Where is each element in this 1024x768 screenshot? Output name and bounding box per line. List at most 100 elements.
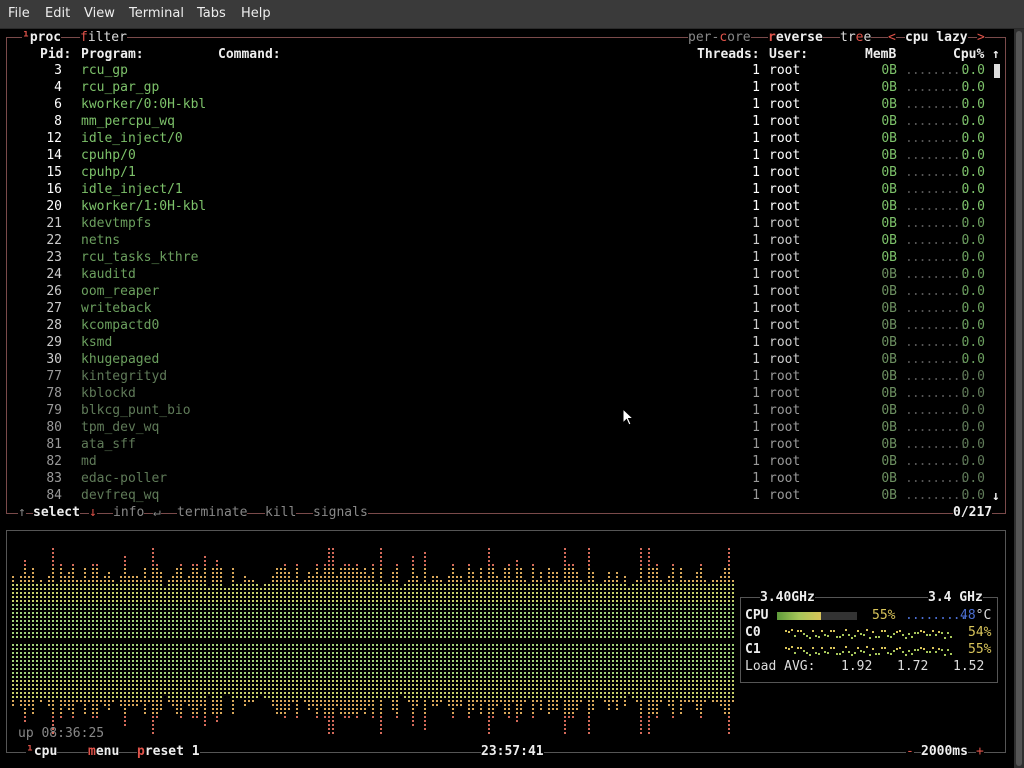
pid-cell: 16	[46, 182, 62, 197]
interval-plus-button[interactable]: +	[976, 743, 984, 760]
preset-button[interactable]: preset 1	[137, 743, 200, 760]
mem-cell: 0B	[881, 199, 897, 214]
program-cell: kworker/0:0H-kbl	[81, 97, 207, 112]
process-row[interactable]: 20 kworker/1:0H-kbl 1 root 0B......... 0.0	[12, 199, 1002, 216]
cpu-cell: 0.0	[961, 97, 985, 112]
user-cell: root	[769, 335, 801, 350]
col-mem[interactable]: MemB	[865, 46, 896, 63]
program-cell: idle_inject/0	[81, 131, 183, 146]
process-row[interactable]: 82 md 1 root 0B......... 0.0	[12, 454, 1002, 471]
cpu-cell: 0.0	[961, 216, 985, 231]
process-row[interactable]: 14 cpuhp/0 1 root 0B......... 0.0	[12, 148, 1002, 165]
enter-icon: ↵	[153, 504, 161, 521]
menu-button[interactable]: menu	[88, 743, 120, 760]
process-row[interactable]: 27 writeback 1 root 0B......... 0.0	[12, 301, 1002, 318]
process-row[interactable]: 21 kdevtmpfs 1 root 0B......... 0.0	[12, 216, 1002, 233]
signals-button[interactable]: signals	[313, 504, 368, 521]
menu-tabs[interactable]: Tabs	[197, 6, 226, 21]
threads-cell: 1	[752, 369, 760, 384]
process-row[interactable]: 79 blkcg_punt_bio 1 root 0B......... 0.0	[12, 403, 1002, 420]
col-program[interactable]: Program:	[81, 46, 144, 63]
col-pid[interactable]: Pid:	[40, 46, 71, 63]
process-row[interactable]: 24 kauditd 1 root 0B......... 0.0	[12, 267, 1002, 284]
process-row[interactable]: 28 kcompactd0 1 root 0B......... 0.0	[12, 318, 1002, 335]
sort-prev-button[interactable]: <	[888, 29, 896, 46]
terminal-scrollbar[interactable]	[1014, 29, 1024, 768]
process-row[interactable]: 12 idle_inject/0 1 root 0B......... 0.0	[12, 131, 1002, 148]
user-cell: root	[769, 97, 801, 112]
process-row[interactable]: 29 ksmd 1 root 0B......... 0.0	[12, 335, 1002, 352]
scroll-up-arrow[interactable]: ↑	[992, 46, 1000, 63]
program-cell: oom_reaper	[81, 284, 160, 299]
interval-minus-button[interactable]: -	[906, 743, 914, 760]
select-down-arrow[interactable]: ↓	[89, 504, 97, 521]
mem-cell: 0B	[881, 216, 897, 231]
cpu-cell: 0.0	[961, 165, 985, 180]
process-row[interactable]: 22 netns 1 root 0B......... 0.0	[12, 233, 1002, 250]
process-row[interactable]: 30 khugepaged 1 root 0B......... 0.0	[12, 352, 1002, 369]
process-row[interactable]: 26 oom_reaper 1 root 0B......... 0.0	[12, 284, 1002, 301]
col-command[interactable]: Command:	[218, 46, 281, 63]
program-cell: ksmd	[81, 335, 113, 350]
threads-cell: 1	[752, 318, 760, 333]
kill-button[interactable]: kill	[265, 504, 297, 521]
pid-cell: 14	[46, 148, 62, 163]
user-cell: root	[769, 148, 801, 163]
process-row[interactable]: 80 tpm_dev_wq 1 root 0B......... 0.0	[12, 420, 1002, 437]
scrollbar-thumb[interactable]	[1016, 31, 1022, 766]
col-user[interactable]: User:	[769, 46, 808, 63]
core1-percent: 55%	[968, 642, 992, 657]
process-row[interactable]: 4 rcu_par_gp 1 root 0B......... 0.0	[12, 80, 1002, 97]
process-row[interactable]: 16 idle_inject/1 1 root 0B......... 0.0	[12, 182, 1002, 199]
mem-cell: 0B	[881, 267, 897, 282]
mem-cell: 0B	[881, 454, 897, 469]
process-row[interactable]: 23 rcu_tasks_kthre 1 root 0B......... 0.0	[12, 250, 1002, 267]
process-row[interactable]: 3 rcu_gp 1 root 0B......... 0.0	[12, 63, 1002, 80]
process-row[interactable]: 81 ata_sff 1 root 0B......... 0.0	[12, 437, 1002, 454]
menu-view[interactable]: View	[84, 6, 115, 21]
mouse-cursor-icon	[622, 408, 634, 426]
info-button[interactable]: info	[113, 504, 145, 521]
mem-cell: 0B	[881, 488, 897, 503]
process-row[interactable]: 6 kworker/0:0H-kbl 1 root 0B......... 0.0	[12, 97, 1002, 114]
threads-cell: 1	[752, 403, 760, 418]
reverse-toggle[interactable]: reverse	[768, 29, 823, 46]
col-cpu[interactable]: Cpu%	[953, 46, 984, 63]
cpu-panel-title: ¹cpu	[26, 743, 58, 760]
process-row[interactable]: 8 mm_percpu_wq 1 root 0B......... 0.0	[12, 114, 1002, 131]
cpu-graph	[12, 540, 738, 740]
col-threads[interactable]: Threads:	[697, 46, 760, 63]
process-row[interactable]: 77 kintegrityd 1 root 0B......... 0.0	[12, 369, 1002, 386]
process-row[interactable]: 78 kblockd 1 root 0B......... 0.0	[12, 386, 1002, 403]
program-cell: blkcg_punt_bio	[81, 403, 191, 418]
cpu-cell: 0.0	[961, 318, 985, 333]
cpu-cell: 0.0	[961, 488, 985, 503]
user-cell: root	[769, 420, 801, 435]
core1-graph	[785, 644, 955, 656]
select-button[interactable]: select	[33, 504, 80, 521]
per-core-toggle[interactable]: per-core	[688, 29, 751, 46]
tree-toggle[interactable]: tree	[840, 29, 872, 46]
program-cell: rcu_gp	[81, 63, 128, 78]
cpu-graph-dots	[12, 548, 734, 734]
threads-cell: 1	[752, 216, 760, 231]
pid-cell: 12	[46, 131, 62, 146]
menu-help[interactable]: Help	[241, 6, 271, 21]
process-row[interactable]: 84 devfreq_wq 1 root 0B......... 0.0	[12, 488, 1002, 505]
pid-cell: 22	[46, 233, 62, 248]
select-up-arrow[interactable]: ↑	[18, 504, 26, 521]
menu-edit[interactable]: Edit	[45, 6, 70, 21]
threads-cell: 1	[752, 471, 760, 486]
filter-button[interactable]: filter	[80, 29, 127, 46]
user-cell: root	[769, 267, 801, 282]
menu-terminal[interactable]: Terminal	[129, 6, 184, 21]
terminate-button[interactable]: terminate	[177, 504, 248, 521]
sort-next-button[interactable]: >	[977, 29, 985, 46]
cpu-temp: 48°C	[960, 608, 992, 623]
threads-cell: 1	[752, 63, 760, 78]
process-row[interactable]: 15 cpuhp/1 1 root 0B......... 0.0	[12, 165, 1002, 182]
menu-file[interactable]: File	[8, 6, 30, 21]
threads-cell: 1	[752, 233, 760, 248]
program-cell: tpm_dev_wq	[81, 420, 160, 435]
process-row[interactable]: 83 edac-poller 1 root 0B......... 0.0	[12, 471, 1002, 488]
